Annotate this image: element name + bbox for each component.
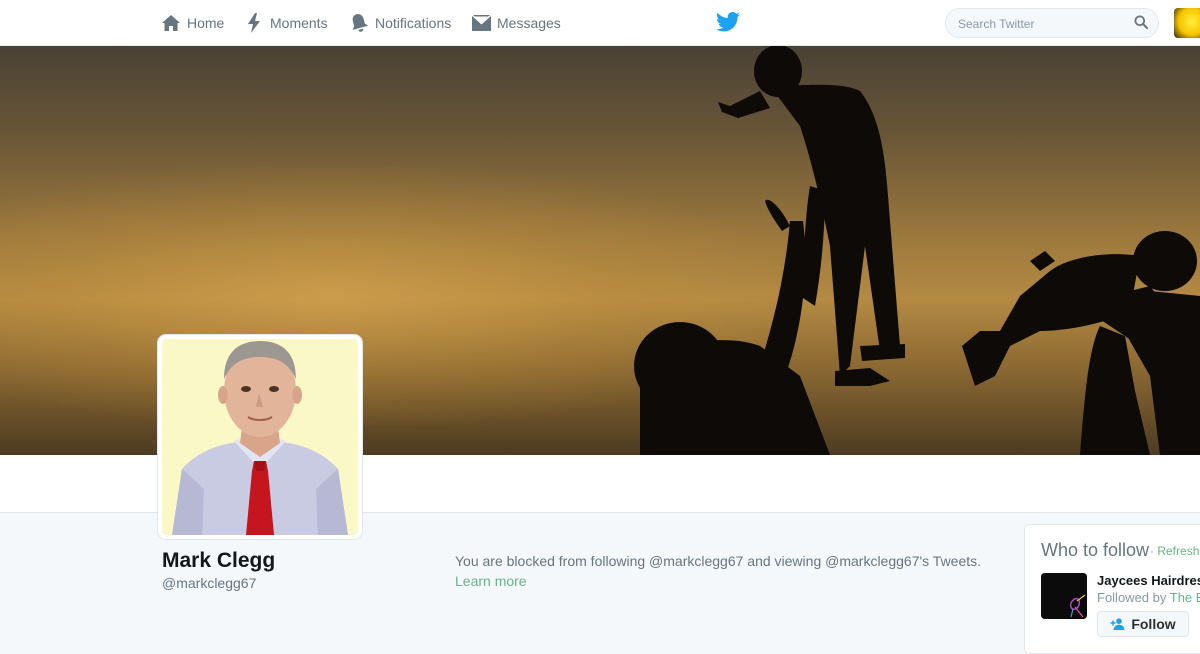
followed-by-name[interactable]: The B (1170, 590, 1200, 605)
follow-button-label: Follow (1131, 616, 1176, 632)
blocked-message: You are blocked from following @markcleg… (455, 553, 982, 569)
profile-photo-image (162, 339, 358, 535)
who-to-follow-refresh[interactable]: · Refresh (1150, 544, 1199, 558)
bell-icon (348, 12, 370, 34)
nav-moments[interactable]: Moments (243, 0, 328, 46)
learn-more-link[interactable]: Learn more (455, 573, 527, 589)
twitter-bird-icon[interactable] (716, 12, 740, 37)
who-to-follow-module: Who to follow · Refresh Jaycees Hairdres… (1024, 524, 1200, 654)
nav-messages-label: Messages (497, 15, 561, 31)
search-box (945, 8, 1159, 38)
envelope-icon (470, 12, 492, 34)
search-icon[interactable] (1134, 15, 1148, 34)
separator-dot: · (1150, 544, 1154, 558)
suggestion-followed-by: Followed by The B (1097, 590, 1200, 605)
account-avatar[interactable] (1174, 8, 1200, 38)
nav-notifications[interactable]: Notifications (348, 0, 451, 46)
profile-handle: @markclegg67 (162, 575, 257, 591)
search-input[interactable] (956, 14, 1130, 34)
nav-home-label: Home (187, 15, 225, 31)
profile-photo[interactable] (158, 335, 362, 539)
nav-moments-label: Moments (270, 15, 328, 31)
top-navigation-bar: Home Moments Notifications Messages (0, 0, 1200, 46)
who-to-follow-title: Who to follow (1041, 540, 1150, 560)
add-user-icon (1110, 618, 1125, 630)
suggestion-name[interactable]: Jaycees Hairdres (1097, 573, 1200, 588)
suggestion-avatar[interactable] (1041, 573, 1087, 619)
lightning-icon (243, 12, 265, 34)
followed-by-prefix: Followed by (1097, 590, 1167, 605)
nav-home[interactable]: Home (160, 0, 224, 46)
nav-notifications-label: Notifications (375, 15, 452, 31)
profile-name: Mark Clegg (162, 549, 276, 572)
nav-messages[interactable]: Messages (470, 0, 561, 46)
home-icon (160, 12, 182, 34)
refresh-link[interactable]: Refresh (1157, 544, 1199, 558)
suggestion-avatar-image (1041, 573, 1087, 619)
follow-button[interactable]: Follow (1097, 611, 1189, 637)
